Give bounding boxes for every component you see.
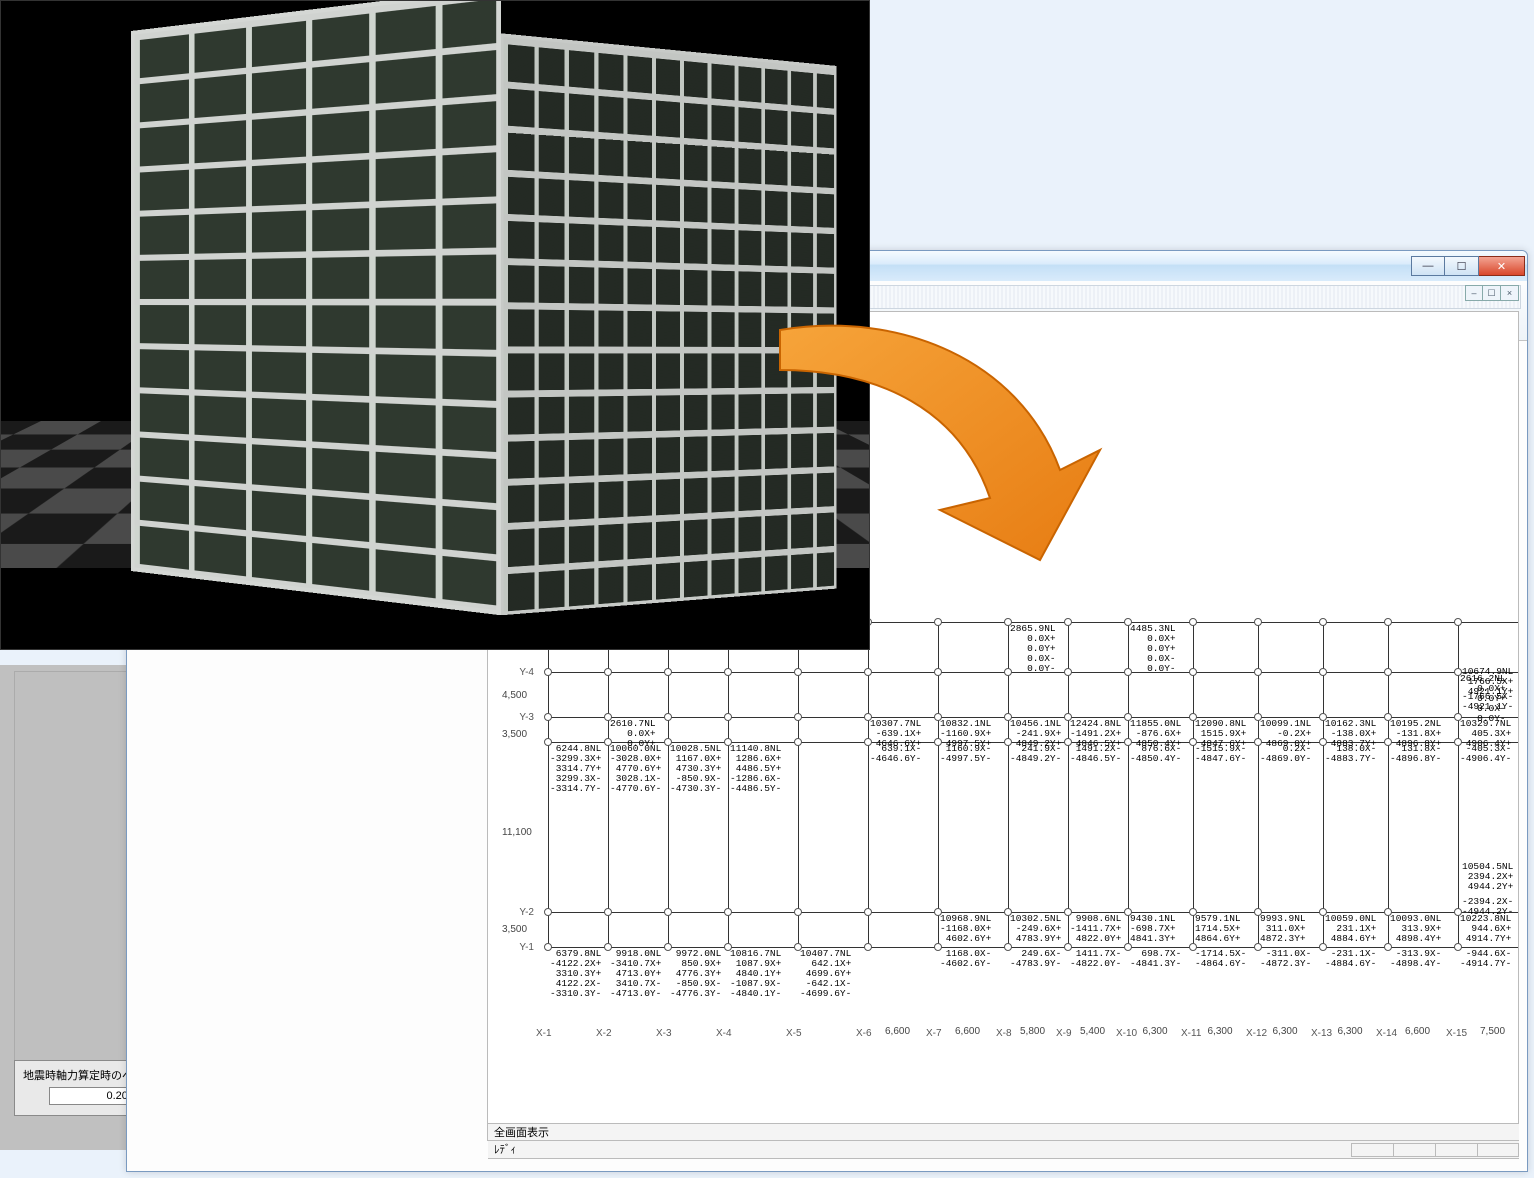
value-block: 9908.6NL -1411.7X+ 4822.0Y+ <box>1070 914 1121 944</box>
value-block: -313.9X- -4898.4Y- <box>1390 949 1441 969</box>
value-block: -1766.5X- -4921.1Y- <box>1462 692 1513 712</box>
value-block: 10816.7NL 1087.9X+ 4840.1Y+ -1087.9X- -4… <box>730 949 781 999</box>
value-block: 698.7X- -4841.3Y- <box>1130 949 1181 969</box>
value-block: -405.3X- -4906.4Y- <box>1460 744 1511 764</box>
status-fullscreen: 全画面表示 <box>488 1123 1519 1141</box>
value-block: 10968.9NL -1168.0X+ 4602.6Y+ <box>940 914 991 944</box>
mdi-close-button[interactable]: × <box>1501 285 1519 301</box>
minimize-button[interactable]: — <box>1411 256 1445 276</box>
value-block: 10059.0NL 231.1X+ 4884.6Y+ <box>1325 914 1376 944</box>
value-block: 10302.5NL -249.6X+ 4783.9Y+ <box>1010 914 1061 944</box>
render-building <box>131 0 854 650</box>
value-block: 9993.9NL 311.0X+ 4872.3Y+ <box>1260 914 1306 944</box>
mdi-minimize-button[interactable]: – <box>1465 285 1483 301</box>
value-block: 11140.8NL 1286.6X+ 4486.5Y+ -1286.6X- -4… <box>730 744 781 794</box>
value-block: 2865.9NL 0.0X+ 0.0Y+ 0.0X- 0.0Y- <box>1010 624 1056 674</box>
value-block: 10060.0NL -3028.0X+ 4770.6Y+ 3028.1X- -4… <box>610 744 661 794</box>
value-block: 249.6X- -4783.9Y- <box>1010 949 1061 969</box>
value-block: 138.0X- -4883.7Y- <box>1325 744 1376 764</box>
value-block: -944.6X- -4914.7Y- <box>1460 949 1511 969</box>
value-block: 10093.0NL 313.9X+ 4898.4Y+ <box>1390 914 1441 944</box>
maximize-button[interactable]: ☐ <box>1445 256 1479 276</box>
value-block: 1168.0X- -4602.6Y- <box>940 949 991 969</box>
value-block: 9430.1NL -698.7X+ 4841.3Y+ <box>1130 914 1176 944</box>
value-block: 10407.7NL 642.1X+ 4699.6Y+ -642.1X- -469… <box>800 949 851 999</box>
value-block: 10223.8NL 944.6X+ 4914.7Y+ <box>1460 914 1511 944</box>
value-block: -311.0X- -4872.3Y- <box>1260 949 1311 969</box>
value-block: 131.8X- -4896.8Y- <box>1390 744 1441 764</box>
value-block: 0.2X- -4869.0Y- <box>1260 744 1311 764</box>
status-cells <box>1351 1143 1519 1157</box>
value-block: -1714.5X- -4864.6Y- <box>1195 949 1246 969</box>
value-block: 6244.8NL -3299.3X+ 3314.7Y+ 3299.3X- -33… <box>550 744 601 794</box>
mdi-maximize-button[interactable]: ☐ <box>1483 285 1501 301</box>
value-block: 241.9X- -4849.2Y- <box>1010 744 1061 764</box>
value-block: 4485.3NL 0.0X+ 0.0Y+ 0.0X- 0.0Y- <box>1130 624 1176 674</box>
status-ready: ﾚﾃﾞｨ <box>494 1141 516 1159</box>
value-block: 1411.7X- -4822.0Y- <box>1070 949 1121 969</box>
render-viewport <box>0 0 870 650</box>
value-block: 1491.2X- -4846.5Y- <box>1070 744 1121 764</box>
value-block: 9918.0NL -3410.7X+ 4713.0Y+ 3410.7X- -47… <box>610 949 661 999</box>
value-block: 10028.5NL 1167.0X+ 4730.3Y+ -850.9X- -47… <box>670 744 721 794</box>
value-block: 10504.5NL 2394.2X+ 4944.2Y+ <box>1462 862 1513 892</box>
value-block: 876.6X- -4850.4Y- <box>1130 744 1181 764</box>
status-bar: ﾚﾃﾞｨ <box>488 1141 1519 1159</box>
close-button[interactable]: ✕ <box>1479 256 1525 276</box>
value-block: 639.1X- -4646.6Y- <box>870 744 921 764</box>
value-block: 6379.8NL -4122.2X+ 3310.3Y+ 4122.2X- -33… <box>550 949 601 999</box>
value-block: 1160.9X- -4997.5Y- <box>940 744 991 764</box>
value-block: -1515.9X- -4847.6Y- <box>1195 744 1246 764</box>
value-block: -2394.2X- -4944.2Y- <box>1462 897 1513 917</box>
value-block: -231.1X- -4884.6Y- <box>1325 949 1376 969</box>
value-block: 9579.1NL 1714.5X+ 4864.6Y+ <box>1195 914 1241 944</box>
value-block: 9972.0NL 850.9X+ 4776.3Y+ -850.9X- -4776… <box>670 949 721 999</box>
